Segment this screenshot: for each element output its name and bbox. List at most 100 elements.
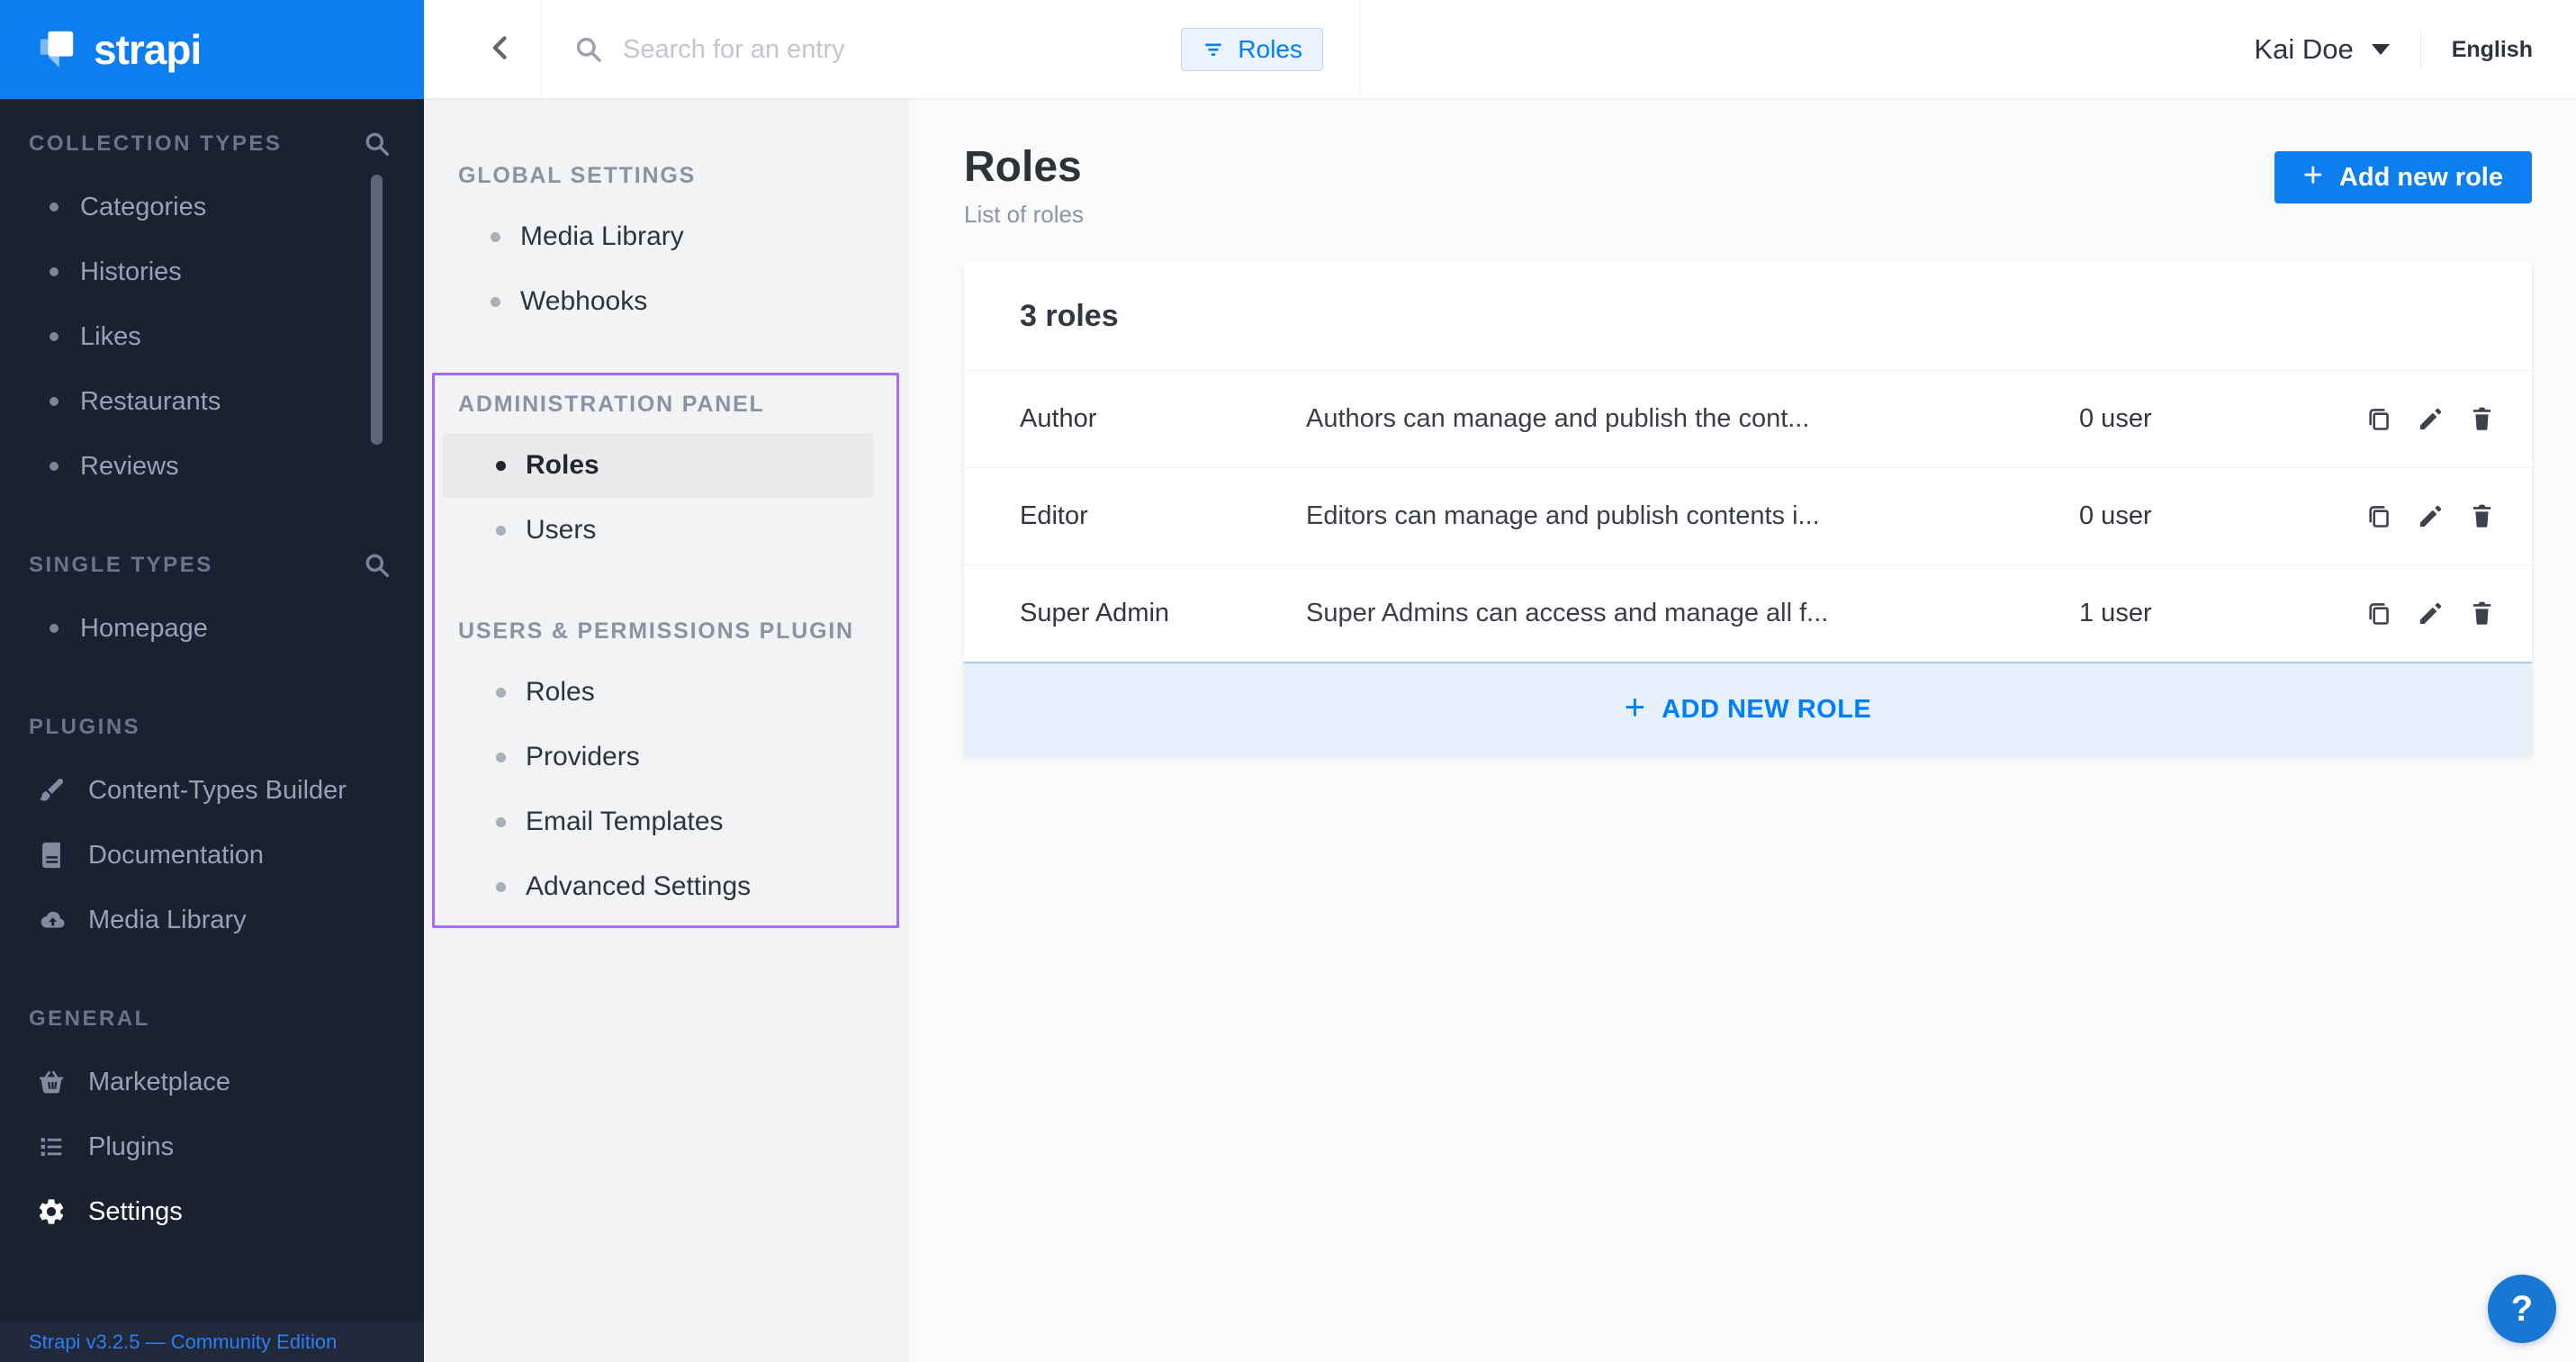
- language-selector[interactable]: English: [2452, 37, 2533, 63]
- settings-item-email-templates[interactable]: Email Templates: [435, 789, 896, 854]
- settings-item-admin-users[interactable]: Users: [435, 498, 896, 563]
- role-name: Editor: [1020, 501, 1306, 531]
- dot-icon: [491, 232, 500, 242]
- section-label-plugins: PLUGINS: [29, 715, 392, 740]
- sidebar-item-categories[interactable]: Categories: [0, 175, 424, 239]
- list-icon: [36, 1132, 67, 1162]
- sidebar-item-media-library[interactable]: Media Library: [0, 888, 424, 952]
- dot-icon: [496, 817, 506, 827]
- version-strip: Strapi v3.2.5 — Community Edition: [0, 1321, 424, 1362]
- sidebar-item-content-types-builder[interactable]: Content-Types Builder: [0, 758, 424, 823]
- settings-item-admin-roles[interactable]: Roles: [443, 433, 873, 498]
- row-actions: [2365, 502, 2496, 530]
- trash-icon[interactable]: [2468, 600, 2496, 627]
- group-label-users-permissions: USERS & PERMISSIONS PLUGIN: [435, 611, 896, 651]
- add-new-role-footer-button[interactable]: + ADD NEW ROLE: [964, 662, 2532, 756]
- duplicate-icon[interactable]: [2365, 600, 2393, 627]
- settings-group-users-permissions: USERS & PERMISSIONS PLUGIN Roles Provide…: [435, 611, 896, 919]
- help-button[interactable]: ?: [2488, 1275, 2556, 1343]
- sidebar-item-documentation[interactable]: Documentation: [0, 823, 424, 888]
- cloud-upload-icon: [36, 905, 67, 935]
- sidebar-item-settings[interactable]: Settings: [0, 1179, 424, 1244]
- dot-icon: [50, 267, 59, 276]
- divider: [2420, 30, 2421, 69]
- dot-icon: [50, 397, 59, 406]
- dot-icon: [50, 624, 59, 633]
- topbar: Roles Kai Doe English: [424, 0, 2576, 99]
- table-row-editor[interactable]: Editor Editors can manage and publish co…: [964, 467, 2532, 564]
- role-name: Super Admin: [1020, 599, 1306, 628]
- duplicate-icon[interactable]: [2365, 405, 2393, 433]
- role-user-count: 0 user: [2079, 404, 2365, 434]
- settings-item-advanced-settings[interactable]: Advanced Settings: [435, 854, 896, 919]
- table-row-super-admin[interactable]: Super Admin Super Admins can access and …: [964, 564, 2532, 662]
- sidebar-section-collection-types: COLLECTION TYPES Categories Histories Li…: [0, 124, 424, 499]
- strapi-admin-app: strapi COLLECTION TYPES Categories Histo…: [0, 0, 2576, 1362]
- user-menu[interactable]: Kai Doe: [2254, 33, 2389, 66]
- sidebar-item-homepage[interactable]: Homepage: [0, 596, 424, 661]
- dot-icon: [496, 688, 506, 698]
- edit-pencil-icon[interactable]: [2417, 600, 2445, 627]
- filter-chip-label: Roles: [1238, 35, 1302, 64]
- settings-item-media-library[interactable]: Media Library: [424, 204, 908, 269]
- plus-icon: +: [2303, 158, 2323, 193]
- sidebar-section-plugins: PLUGINS Content-Types Builder Documentat…: [0, 708, 424, 952]
- strapi-logo-icon: [36, 27, 77, 73]
- chevron-left-icon: [486, 32, 517, 68]
- strapi-logo[interactable]: strapi: [0, 0, 424, 99]
- table-row-author[interactable]: Author Authors can manage and publish th…: [964, 370, 2532, 467]
- role-user-count: 1 user: [2079, 599, 2365, 628]
- role-description: Authors can manage and publish the cont.…: [1306, 404, 2079, 434]
- settings-item-providers[interactable]: Providers: [435, 725, 896, 789]
- basket-icon: [36, 1067, 67, 1097]
- edit-pencil-icon[interactable]: [2417, 502, 2445, 530]
- sidebar-scrollbar-thumb[interactable]: [371, 175, 383, 445]
- role-name: Author: [1020, 404, 1306, 434]
- paint-brush-icon: [36, 775, 67, 806]
- trash-icon[interactable]: [2468, 405, 2496, 433]
- section-label-single-types: SINGLE TYPES: [29, 553, 363, 578]
- role-user-count: 0 user: [2079, 501, 2365, 531]
- page-title: Roles: [964, 142, 1084, 192]
- sidebar-item-likes[interactable]: Likes: [0, 304, 424, 369]
- group-label-global-settings: GLOBAL SETTINGS: [424, 156, 908, 195]
- strapi-logo-text: strapi: [94, 25, 201, 74]
- tour-highlight-box: ADMINISTRATION PANEL Roles Users USERS &…: [432, 373, 899, 928]
- settings-item-webhooks[interactable]: Webhooks: [424, 269, 908, 334]
- section-label-general: GENERAL: [29, 1006, 392, 1032]
- sidebar-item-histories[interactable]: Histories: [0, 239, 424, 304]
- role-description: Super Admins can access and manage all f…: [1306, 599, 2079, 628]
- search-icon[interactable]: [363, 551, 392, 580]
- search-icon: [574, 35, 603, 64]
- settings-group-administration-panel: ADMINISTRATION PANEL Roles Users: [435, 384, 896, 563]
- trash-icon[interactable]: [2468, 502, 2496, 530]
- back-button[interactable]: [462, 0, 541, 99]
- role-description: Editors can manage and publish contents …: [1306, 501, 2079, 531]
- sidebar-item-plugins[interactable]: Plugins: [0, 1114, 424, 1179]
- search-input[interactable]: [623, 35, 1161, 65]
- group-label-administration-panel: ADMINISTRATION PANEL: [435, 384, 896, 424]
- chevron-down-icon: [2372, 44, 2390, 55]
- sidebar-section-single-types: SINGLE TYPES Homepage: [0, 546, 424, 661]
- global-search: Roles: [541, 0, 1360, 99]
- sidebar-item-marketplace[interactable]: Marketplace: [0, 1050, 424, 1114]
- search-icon[interactable]: [363, 130, 392, 158]
- sidebar-item-reviews[interactable]: Reviews: [0, 434, 424, 499]
- dot-icon: [50, 332, 59, 341]
- page-subtitle: List of roles: [964, 201, 1084, 229]
- version-link[interactable]: Strapi v3.2.5 — Community Edition: [29, 1330, 337, 1354]
- section-label-collection-types: COLLECTION TYPES: [29, 131, 363, 157]
- filter-chip-roles[interactable]: Roles: [1181, 28, 1323, 71]
- settings-group-global: GLOBAL SETTINGS Media Library Webhooks: [424, 99, 908, 334]
- dot-icon: [496, 526, 506, 536]
- dot-icon: [50, 203, 59, 212]
- edit-pencil-icon[interactable]: [2417, 405, 2445, 433]
- roles-table-card: 3 roles Author Authors can manage and pu…: [964, 262, 2532, 756]
- settings-item-up-roles[interactable]: Roles: [435, 660, 896, 725]
- duplicate-icon[interactable]: [2365, 502, 2393, 530]
- primary-sidebar: strapi COLLECTION TYPES Categories Histo…: [0, 0, 424, 1362]
- add-new-role-button[interactable]: + Add new role: [2274, 151, 2532, 203]
- topbar-right: Kai Doe English: [2254, 0, 2533, 99]
- sidebar-item-restaurants[interactable]: Restaurants: [0, 369, 424, 434]
- main-content: Roles List of roles + Add new role 3 rol…: [908, 99, 2576, 1362]
